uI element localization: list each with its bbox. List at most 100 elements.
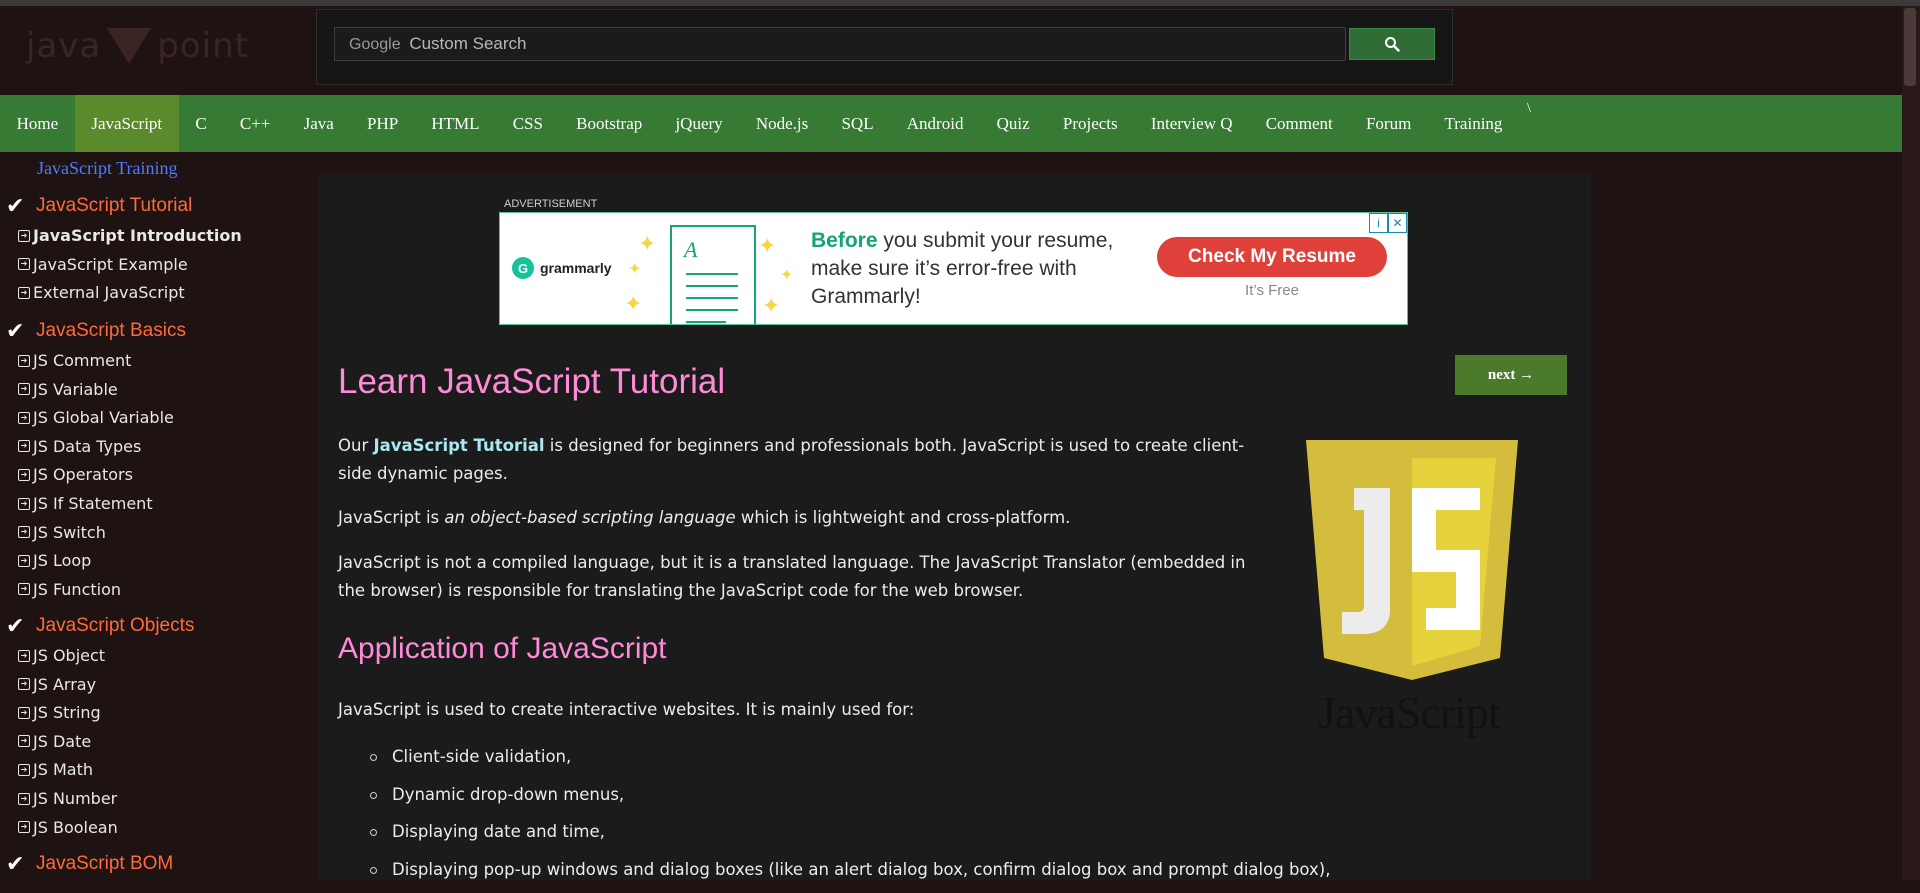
sidebar-group-title: JavaScript BOM (36, 853, 173, 875)
sidebar-item[interactable]: ➔JS Data Types (18, 437, 141, 456)
nav-item-node-js[interactable]: Node.js (739, 95, 825, 152)
nav-item-javascript[interactable]: JavaScript (75, 95, 179, 152)
sidebar-group-heading[interactable]: ✔ JavaScript BOM (6, 851, 173, 877)
list-item: Dynamic drop-down menus, (338, 781, 1330, 819)
arrow-box-icon: ➔ (18, 526, 30, 538)
sidebar-item[interactable]: ➔JS Global Variable (18, 408, 174, 427)
sidebar-item[interactable]: ➔JS Function (18, 580, 121, 599)
sidebar-item[interactable]: ➔JS String (18, 703, 101, 722)
sidebar-item-label: JS Math (33, 760, 93, 779)
sidebar-item[interactable]: ➔JS If Statement (18, 494, 153, 513)
translator-paragraph: JavaScript is not a compiled language, b… (338, 549, 1248, 605)
check-resume-button[interactable]: Check My Resume (1157, 237, 1387, 277)
nav-item-projects[interactable]: Projects (1046, 95, 1134, 152)
arrow-box-icon: ➔ (18, 555, 30, 567)
site-logo[interactable]: java point (26, 26, 249, 66)
nav-item-java[interactable]: Java (287, 95, 350, 152)
arrow-box-icon: ➔ (18, 583, 30, 595)
nav-item-comment[interactable]: Comment (1249, 95, 1349, 152)
ad-close-icon[interactable]: ✕ (1388, 213, 1407, 233)
search-placeholder: Custom Search (409, 34, 526, 53)
nav-item-css[interactable]: CSS (496, 95, 559, 152)
sparkle-icon: ✦ (628, 259, 641, 279)
sidebar-item[interactable]: ➔JS Switch (18, 523, 106, 542)
sidebar-item[interactable]: ➔JS Number (18, 789, 117, 808)
sidebar-group-heading[interactable]: ✔JavaScript Basics (6, 318, 186, 344)
arrow-box-icon: ➔ (18, 469, 30, 481)
sidebar-group-heading[interactable]: ✔ JavaScript Objects (6, 613, 194, 639)
javascript-wordmark: JavaScript (1318, 686, 1500, 739)
sidebar-item[interactable]: ➔JS Date (18, 732, 91, 751)
nav-item-quiz[interactable]: Quiz (980, 95, 1046, 152)
sparkle-icon: ✦ (762, 293, 780, 319)
sidebar-group-heading[interactable]: ✔JavaScript Tutorial (6, 193, 192, 219)
list-item: Displaying pop-up windows and dialog box… (338, 856, 1330, 893)
nav-item-forum[interactable]: Forum (1349, 95, 1428, 152)
search-button[interactable] (1349, 28, 1435, 60)
arrow-box-icon: ➔ (18, 650, 30, 662)
arrow-box-icon: ➔ (18, 821, 30, 833)
search-brand: Google (349, 36, 401, 53)
description-paragraph: JavaScript is an object-based scripting … (338, 504, 1248, 532)
nav-trailing-text: \ (1519, 95, 1539, 152)
arrow-box-icon: ➔ (18, 793, 30, 805)
checkmark-icon: ✔ (6, 193, 28, 219)
ad-info-icon[interactable]: i (1369, 213, 1388, 233)
sidebar-item-label: JS Boolean (33, 818, 118, 837)
nav-item-training[interactable]: Training (1428, 95, 1519, 152)
sidebar-item[interactable]: ➔JS Array (18, 675, 96, 694)
sidebar-item[interactable]: ➔JS Math (18, 760, 93, 779)
sidebar-item[interactable]: ➔JS Variable (18, 380, 118, 399)
sparkle-icon: ✦ (758, 233, 776, 259)
sidebar-item[interactable]: ➔JS Boolean (18, 818, 118, 837)
arrow-box-icon: ➔ (18, 735, 30, 747)
logo-text-java: java (26, 26, 101, 66)
next-button[interactable]: next → (1455, 355, 1567, 395)
page-scrollbar[interactable] (1902, 6, 1920, 880)
arrow-box-icon: ➔ (18, 355, 30, 367)
arrow-box-icon: ➔ (18, 764, 30, 776)
sidebar-item[interactable]: ➔External JavaScript (18, 283, 185, 302)
ad-brand-name: grammarly (540, 260, 612, 276)
ad-free-text: It’s Free (1157, 282, 1387, 299)
sidebar-item-label: JavaScript Introduction (33, 226, 242, 245)
page-scrollbar-thumb[interactable] (1904, 8, 1916, 86)
sidebar-item-label: JS Date (33, 732, 91, 751)
sidebar-item-label: JS Global Variable (33, 408, 174, 427)
sidebar-item-label: JS Function (33, 580, 121, 599)
sidebar-item[interactable]: ➔JavaScript Introduction (18, 226, 242, 245)
sidebar-item[interactable]: ➔JS Loop (18, 551, 91, 570)
ad-banner[interactable]: i ✕ G grammarly ✦ ✦ ✦ A ✦ ✦ ✦ Before you… (499, 212, 1408, 325)
list-item: Displaying date and time, (338, 818, 1330, 856)
arrow-box-icon: ➔ (18, 707, 30, 719)
sidebar-item[interactable]: ➔JavaScript Example (18, 255, 188, 274)
ad-info-controls[interactable]: i ✕ (1369, 213, 1407, 233)
sidebar-item-label: JS Loop (33, 551, 91, 570)
sidebar-group-title: JavaScript Objects (36, 615, 194, 637)
list-item: Client-side validation, (338, 743, 1330, 781)
logo-triangle-icon (107, 28, 151, 64)
sidebar-group-title: JavaScript Basics (36, 320, 186, 342)
search-input[interactable]: Google Custom Search (334, 27, 1346, 61)
nav-item-sql[interactable]: SQL (825, 95, 890, 152)
nav-item-c[interactable]: C (179, 95, 224, 152)
checkmark-icon: ✔ (6, 851, 28, 877)
nav-item-c[interactable]: C++ (223, 95, 287, 152)
nav-item-php[interactable]: PHP (350, 95, 414, 152)
nav-item-bootstrap[interactable]: Bootstrap (560, 95, 659, 152)
javascript-logo: JavaScript (1306, 440, 1518, 684)
section-heading: Application of JavaScript (338, 632, 667, 666)
nav-item-home[interactable]: Home (0, 95, 75, 152)
window-top-border (0, 0, 1920, 6)
sidebar-item[interactable]: ➔JS Operators (18, 465, 133, 484)
sidebar-item-label: JS Object (33, 646, 105, 665)
nav-item-interview-q[interactable]: Interview Q (1134, 95, 1249, 152)
sidebar-training-link[interactable]: JavaScript Training (37, 158, 178, 179)
sidebar-item[interactable]: ➔JS Comment (18, 351, 131, 370)
sparkle-icon: ✦ (624, 291, 642, 317)
sidebar-item[interactable]: ➔JS Object (18, 646, 105, 665)
nav-item-html[interactable]: HTML (415, 95, 496, 152)
nav-item-android[interactable]: Android (890, 95, 980, 152)
checkmark-icon: ✔ (6, 613, 28, 639)
nav-item-jquery[interactable]: jQuery (659, 95, 739, 152)
